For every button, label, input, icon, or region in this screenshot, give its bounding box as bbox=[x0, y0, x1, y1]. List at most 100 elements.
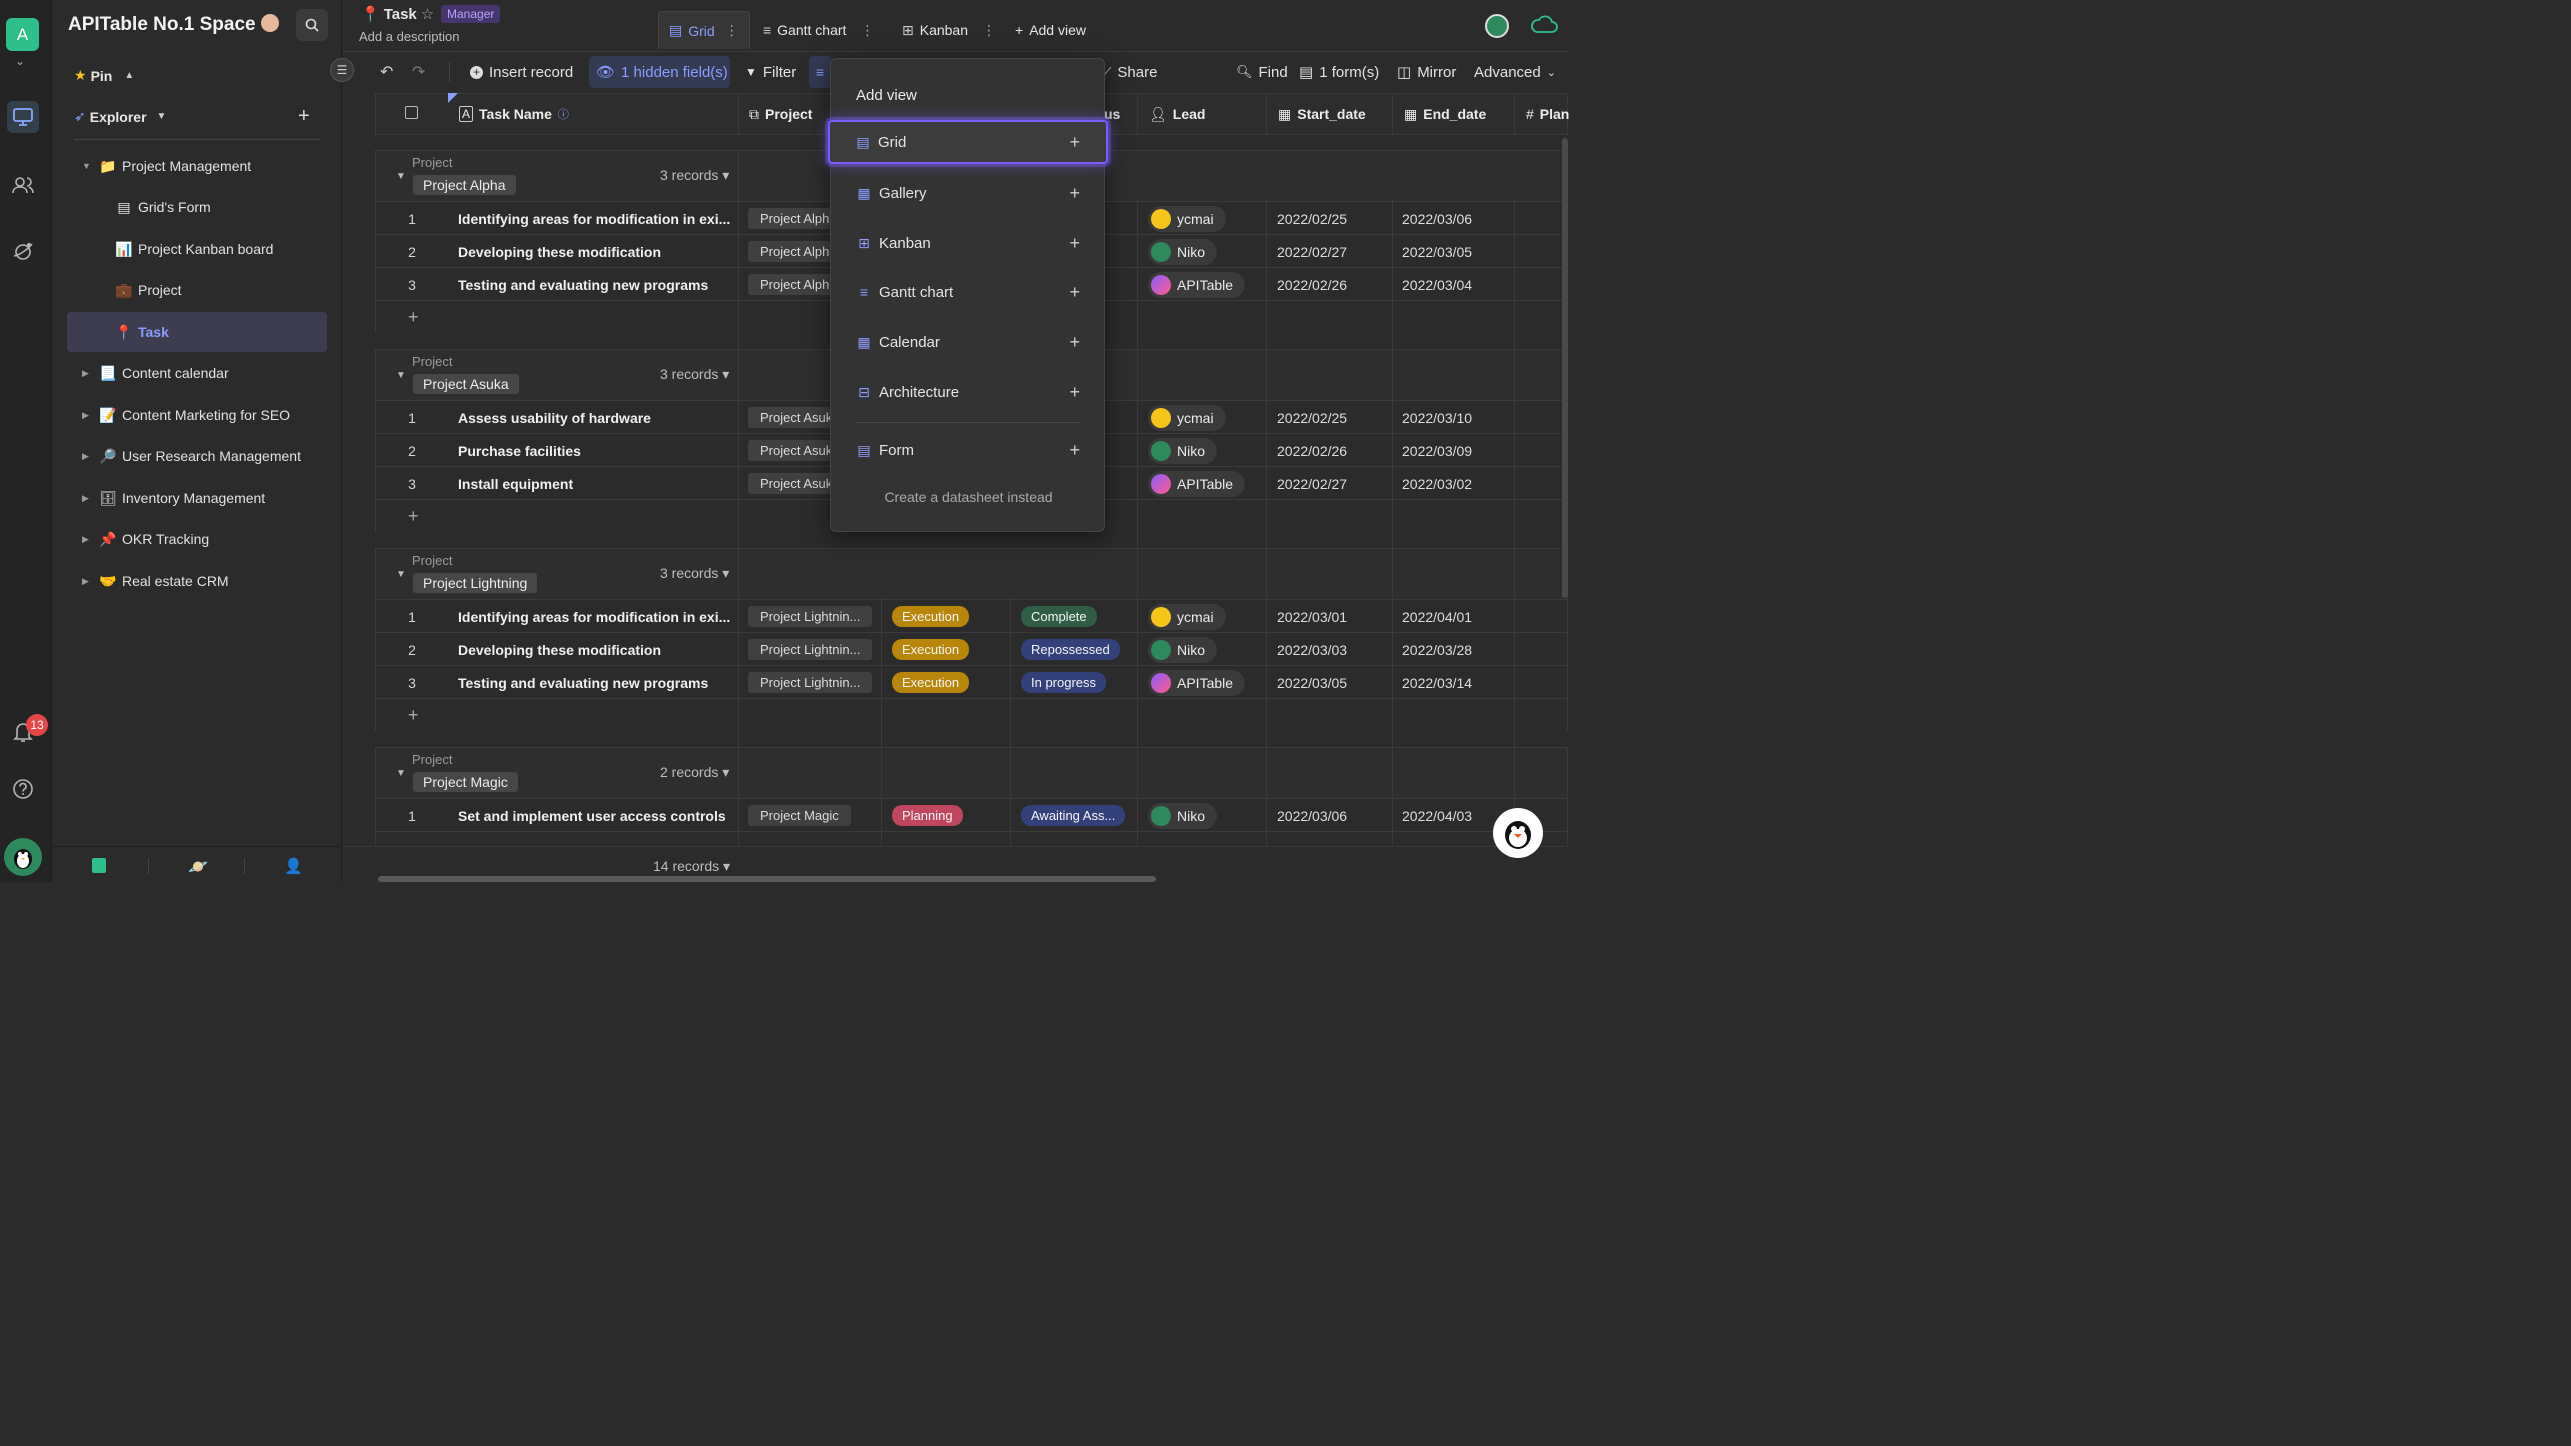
table-row[interactable]: 1 Identifying areas for modification in … bbox=[376, 599, 1567, 632]
star-outline-icon[interactable]: ☆ bbox=[421, 5, 434, 23]
start-date-cell[interactable]: 2022/02/25 bbox=[1277, 202, 1347, 235]
space-name[interactable]: APITable No.1 Space bbox=[68, 14, 279, 36]
assistant-avatar[interactable] bbox=[1493, 808, 1543, 858]
add-node-icon[interactable]: + bbox=[298, 105, 310, 128]
lead-cell[interactable]: Niko bbox=[1148, 434, 1218, 467]
project-cell[interactable]: Project Lightnin... bbox=[748, 666, 873, 699]
table-row[interactable]: 1 Set and implement user access controls… bbox=[376, 798, 1567, 831]
sidebar-item-project-management[interactable]: ▼ 📁 Project Management bbox=[82, 146, 251, 186]
project-cell[interactable]: Project Alph bbox=[748, 268, 830, 301]
hidden-fields-button[interactable]: 👁 1 hidden field(s) bbox=[596, 60, 728, 84]
column-lead[interactable]: 👤︎ Lead bbox=[1149, 93, 1205, 135]
group-record-count[interactable]: 3 records ▾ bbox=[660, 366, 729, 383]
end-date-cell[interactable]: 2022/04/01 bbox=[1402, 600, 1472, 633]
end-date-cell[interactable]: 2022/03/06 bbox=[1402, 202, 1472, 235]
info-icon[interactable]: ⓘ bbox=[558, 106, 569, 122]
space-avatar[interactable]: A bbox=[6, 18, 39, 51]
redo-icon[interactable]: ↷ bbox=[412, 62, 425, 82]
status-cell[interactable]: Repossessed bbox=[1021, 633, 1120, 666]
add-architecture-view[interactable]: ⊟ Architecture + bbox=[831, 370, 1106, 414]
start-date-cell[interactable]: 2022/02/26 bbox=[1277, 268, 1347, 301]
task-name-cell[interactable]: Install equipment bbox=[458, 467, 738, 500]
end-date-cell[interactable]: 2022/03/04 bbox=[1402, 268, 1472, 301]
group-record-count[interactable]: 3 records ▾ bbox=[660, 167, 729, 184]
project-cell[interactable]: Project Lightnin... bbox=[748, 600, 873, 633]
mirror-button[interactable]: ◫ Mirror bbox=[1397, 60, 1456, 84]
more-icon[interactable]: ⋮ bbox=[725, 22, 739, 39]
task-name-cell[interactable]: Developing these modification bbox=[458, 633, 738, 666]
phase-cell[interactable]: Execution bbox=[892, 666, 970, 699]
tab-gantt-chart[interactable]: ≡ Gantt chart ⋮ bbox=[763, 11, 874, 49]
project-cell[interactable]: Project Alph bbox=[748, 202, 830, 235]
add-gallery-view[interactable]: ▦ Gallery + bbox=[831, 171, 1106, 215]
more-icon[interactable]: ⋮ bbox=[982, 22, 996, 39]
members-icon[interactable] bbox=[7, 169, 39, 201]
phase-cell[interactable]: Execution bbox=[892, 600, 970, 633]
sidebar-item-grids-form[interactable]: ▤ Grid's Form bbox=[112, 187, 210, 227]
project-cell[interactable]: Project Alph bbox=[748, 235, 830, 268]
collapse-triangle-icon[interactable]: ▼ bbox=[396, 171, 406, 182]
select-all-checkbox[interactable] bbox=[405, 106, 418, 119]
total-records[interactable]: 14 records ▾ bbox=[653, 858, 730, 875]
sidebar-item-kanban-board[interactable]: 📊 Project Kanban board bbox=[112, 229, 273, 269]
vertical-scrollbar[interactable] bbox=[1562, 138, 1568, 598]
horizontal-scrollbar[interactable] bbox=[378, 876, 1156, 882]
task-name-cell[interactable]: Assess usability of hardware bbox=[458, 401, 738, 434]
task-name-cell[interactable]: Testing and evaluating new programs bbox=[458, 268, 738, 301]
sidebar-item-task[interactable]: 📍 Task bbox=[112, 312, 169, 352]
add-view-tab[interactable]: + Add view bbox=[1015, 11, 1086, 49]
forms-button[interactable]: ▤ 1 form(s) bbox=[1299, 60, 1379, 84]
project-cell[interactable]: Project Asuk bbox=[748, 401, 830, 434]
group-record-count[interactable]: 2 records ▾ bbox=[660, 764, 729, 781]
workbench-icon[interactable] bbox=[7, 101, 39, 133]
sidebar-item-project[interactable]: 💼 Project bbox=[112, 270, 181, 310]
task-name-cell[interactable]: Set and implement user access controls bbox=[458, 799, 738, 832]
group-icon[interactable]: ≡ bbox=[809, 56, 831, 88]
lead-cell[interactable]: APITable bbox=[1148, 268, 1246, 301]
user-avatar[interactable] bbox=[4, 838, 42, 876]
phase-cell[interactable]: Planning bbox=[892, 799, 963, 832]
task-name-cell[interactable]: Testing and evaluating new programs bbox=[458, 666, 738, 699]
collaborator-avatar[interactable] bbox=[1485, 14, 1509, 38]
column-project[interactable]: ⧉ Project bbox=[749, 93, 812, 135]
lead-cell[interactable]: ycmai bbox=[1148, 600, 1226, 633]
sidebar-item-content-marketing[interactable]: ▶ 📝 Content Marketing for SEO bbox=[82, 395, 290, 435]
create-datasheet-link[interactable]: Create a datasheet instead bbox=[831, 489, 1106, 505]
add-record-row[interactable]: + bbox=[376, 698, 1567, 731]
trash-icon[interactable] bbox=[92, 858, 106, 873]
insert-record-button[interactable]: + Insert record bbox=[470, 60, 573, 84]
project-cell[interactable]: Project Asuk bbox=[748, 434, 830, 467]
sidebar-item-content-calendar[interactable]: ▶ 📃 Content calendar bbox=[82, 353, 229, 393]
collapse-sidebar-icon[interactable]: ☰ bbox=[330, 58, 354, 82]
planet-icon[interactable]: 🪐 bbox=[188, 857, 208, 877]
project-cell[interactable]: Project Magic bbox=[748, 799, 851, 832]
start-date-cell[interactable]: 2022/03/01 bbox=[1277, 600, 1347, 633]
column-end-date[interactable]: ▦ End_date bbox=[1404, 93, 1486, 135]
status-cell[interactable]: In progress bbox=[1021, 666, 1107, 699]
start-date-cell[interactable]: 2022/02/26 bbox=[1277, 434, 1347, 467]
description-field[interactable]: Add a description bbox=[359, 29, 459, 44]
tab-kanban[interactable]: ⊞ Kanban ⋮ bbox=[902, 11, 996, 49]
project-cell[interactable]: Project Asuk bbox=[748, 467, 830, 500]
pin-section[interactable]: ★ Pin ▲ bbox=[74, 67, 134, 84]
task-name-cell[interactable]: Identifying areas for modification in ex… bbox=[458, 202, 738, 235]
lead-cell[interactable]: Niko bbox=[1148, 235, 1218, 268]
sidebar-item-user-research[interactable]: ▶ 🔎 User Research Management bbox=[82, 436, 301, 476]
end-date-cell[interactable]: 2022/03/09 bbox=[1402, 434, 1472, 467]
end-date-cell[interactable]: 2022/03/10 bbox=[1402, 401, 1472, 434]
column-plan[interactable]: # Plan bbox=[1526, 93, 1569, 135]
tab-grid[interactable]: ▤ Grid ⋮ bbox=[658, 11, 750, 49]
status-cell[interactable]: Complete bbox=[1021, 600, 1097, 633]
phase-cell[interactable]: Execution bbox=[892, 633, 970, 666]
start-date-cell[interactable]: 2022/02/25 bbox=[1277, 401, 1347, 434]
start-date-cell[interactable]: 2022/02/27 bbox=[1277, 467, 1347, 500]
advanced-button[interactable]: Advanced ⌄ bbox=[1474, 60, 1556, 84]
task-name-cell[interactable]: Purchase facilities bbox=[458, 434, 738, 467]
lead-cell[interactable]: Niko bbox=[1148, 633, 1218, 666]
more-icon[interactable]: ⋮ bbox=[860, 22, 874, 39]
search-icon[interactable] bbox=[296, 9, 328, 41]
sidebar-item-okr[interactable]: ▶ 📌 OKR Tracking bbox=[82, 519, 209, 559]
sidebar-item-real-estate[interactable]: ▶ 🤝 Real estate CRM bbox=[82, 561, 229, 601]
start-date-cell[interactable]: 2022/03/06 bbox=[1277, 799, 1347, 832]
lead-cell[interactable]: ycmai bbox=[1148, 401, 1226, 434]
